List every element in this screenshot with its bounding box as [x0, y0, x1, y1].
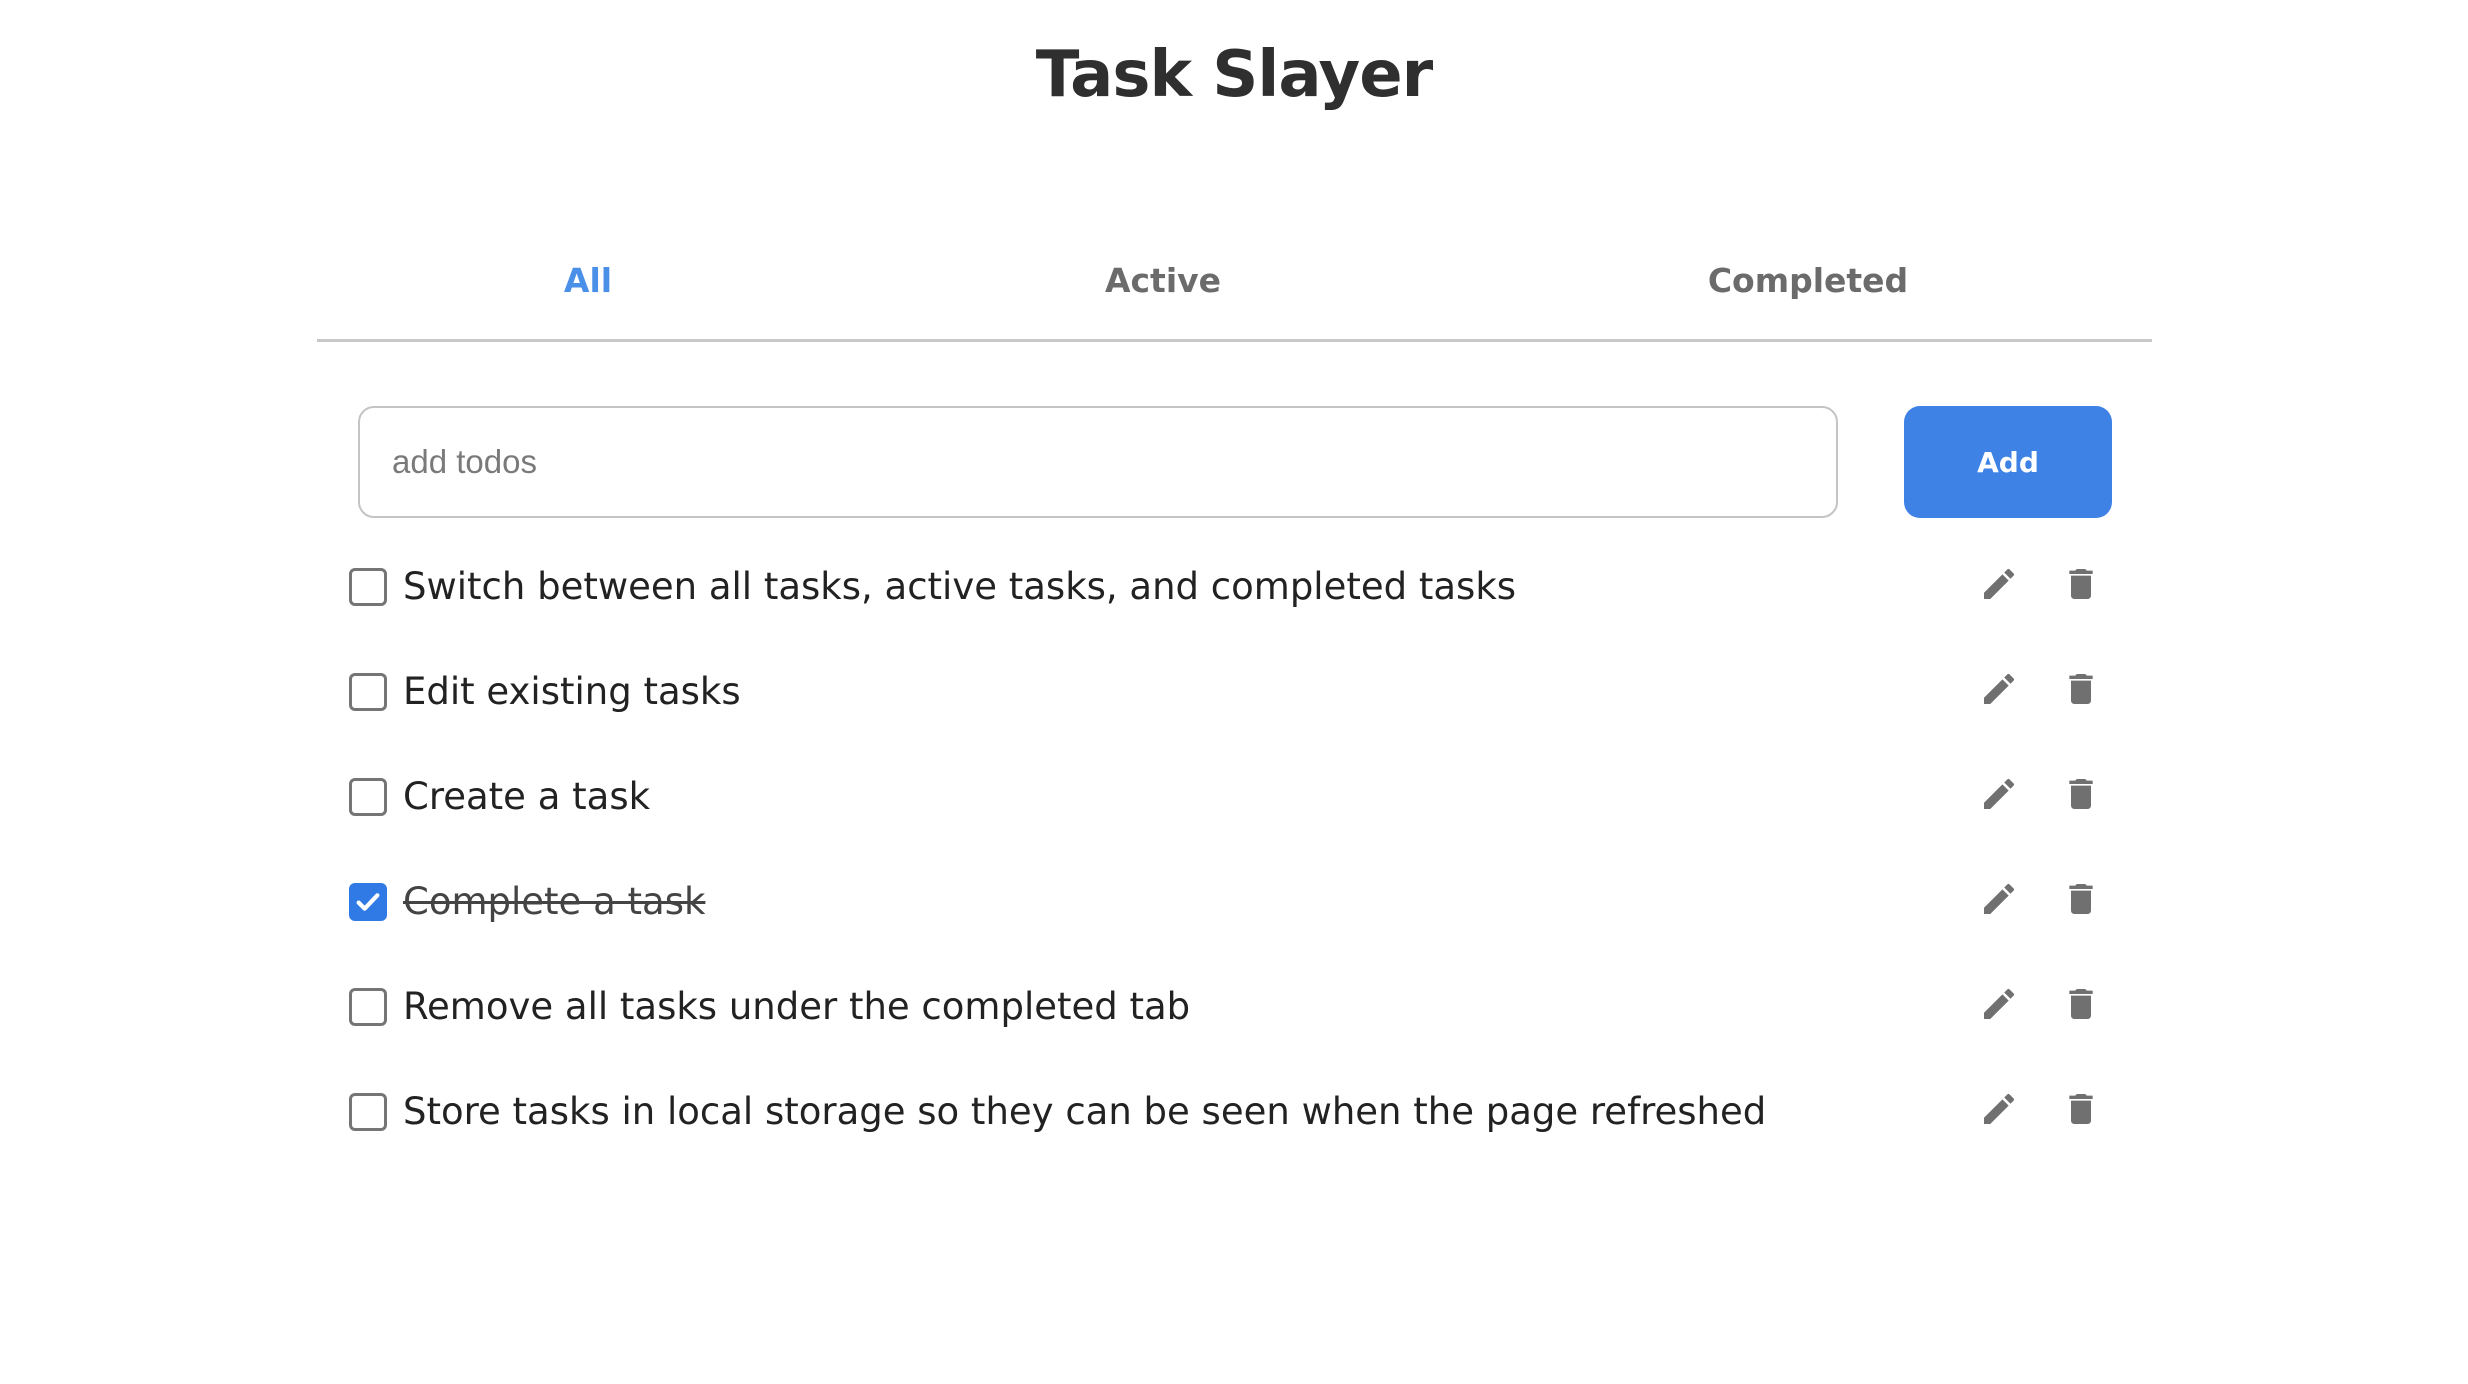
- trash-icon[interactable]: [2057, 875, 2105, 923]
- todo-checkbox[interactable]: [349, 568, 387, 606]
- todo-text: Edit existing tasks: [403, 670, 741, 713]
- trash-icon[interactable]: [2057, 980, 2105, 1028]
- todo-input[interactable]: [358, 406, 1838, 518]
- pencil-icon[interactable]: [1975, 980, 2023, 1028]
- tab-all[interactable]: All: [564, 261, 612, 300]
- pencil-icon[interactable]: [1975, 875, 2023, 923]
- todo-checkbox[interactable]: [349, 673, 387, 711]
- pencil-icon[interactable]: [1975, 1085, 2023, 1133]
- checkmark-icon: [352, 886, 384, 918]
- trash-icon[interactable]: [2057, 1085, 2105, 1133]
- todo-text: Create a task: [403, 775, 651, 818]
- todo-checkbox[interactable]: [349, 1093, 387, 1131]
- todo-checkbox[interactable]: [349, 778, 387, 816]
- trash-icon[interactable]: [2057, 665, 2105, 713]
- todo-text: Store tasks in local storage so they can…: [403, 1090, 1767, 1133]
- tab-completed[interactable]: Completed: [1708, 261, 1908, 300]
- todo-item: Create a task: [349, 766, 2109, 871]
- filter-tabs: All Active Completed: [317, 245, 2152, 342]
- todo-item: Complete a task: [349, 871, 2109, 976]
- pencil-icon[interactable]: [1975, 560, 2023, 608]
- add-button[interactable]: Add: [1904, 406, 2112, 518]
- trash-icon[interactable]: [2057, 770, 2105, 818]
- pencil-icon[interactable]: [1975, 665, 2023, 713]
- todo-text: Remove all tasks under the completed tab: [403, 985, 1191, 1028]
- todo-checkbox[interactable]: [349, 988, 387, 1026]
- todo-item: Remove all tasks under the completed tab: [349, 976, 2109, 1081]
- app-title: Task Slayer: [1035, 38, 1433, 112]
- todo-list: Switch between all tasks, active tasks, …: [349, 556, 2109, 1186]
- todo-item: Store tasks in local storage so they can…: [349, 1081, 2109, 1186]
- tab-active[interactable]: Active: [1105, 261, 1221, 300]
- pencil-icon[interactable]: [1975, 770, 2023, 818]
- todo-app: Task Slayer All Active Completed Add Swi…: [0, 0, 2468, 1384]
- todo-item: Edit existing tasks: [349, 661, 2109, 766]
- add-todo-form: Add: [358, 406, 2112, 518]
- trash-icon[interactable]: [2057, 560, 2105, 608]
- todo-text: Switch between all tasks, active tasks, …: [403, 565, 1517, 608]
- todo-checkbox[interactable]: [349, 883, 387, 921]
- todo-text: Complete a task: [403, 880, 706, 923]
- todo-item: Switch between all tasks, active tasks, …: [349, 556, 2109, 661]
